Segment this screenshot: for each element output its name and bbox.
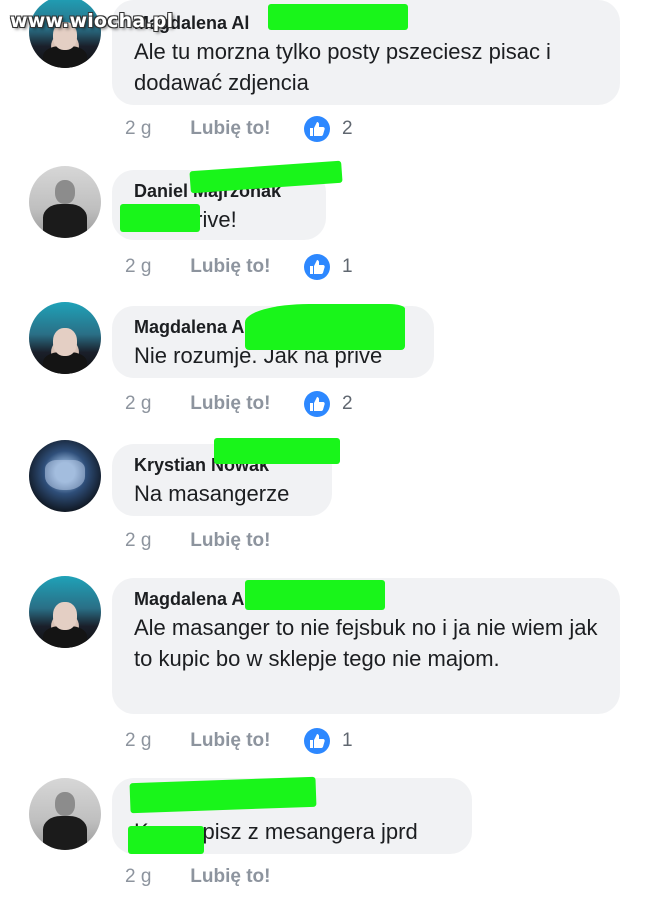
censor-bar xyxy=(128,826,204,854)
comment-time[interactable]: 2 g xyxy=(125,118,185,140)
avatar[interactable] xyxy=(29,576,101,648)
like-button[interactable]: Lubię to! xyxy=(190,530,270,551)
censor-bar xyxy=(268,4,408,30)
watermark: www.wiocha.pl xyxy=(10,10,174,32)
thumbs-up-icon[interactable] xyxy=(304,116,330,142)
comment-text: Ale tu morzna tylko posty pszeciesz pisa… xyxy=(134,39,551,95)
reaction-count[interactable]: 2 xyxy=(342,393,353,415)
comment-actions: 2 g Lubię to! xyxy=(125,530,270,552)
thumbs-up-icon[interactable] xyxy=(304,254,330,280)
comment-actions: 2 g Lubię to! xyxy=(125,730,270,752)
comment-text: Na masangerze xyxy=(134,481,290,506)
comment-actions: 2 g Lubię to! xyxy=(125,256,270,278)
thumbs-up-icon[interactable] xyxy=(304,391,330,417)
comment-actions: 2 g Lubię to! xyxy=(125,393,270,415)
avatar[interactable] xyxy=(29,778,101,850)
comment-time[interactable]: 2 g xyxy=(125,866,185,888)
censor-bar xyxy=(120,204,200,232)
reaction-count[interactable]: 2 xyxy=(342,118,353,140)
thumbs-up-icon[interactable] xyxy=(304,728,330,754)
censor-bar xyxy=(214,438,340,464)
comment-time[interactable]: 2 g xyxy=(125,256,185,278)
avatar[interactable] xyxy=(29,166,101,238)
avatar[interactable] xyxy=(29,302,101,374)
reaction-count[interactable]: 1 xyxy=(342,730,353,752)
like-button[interactable]: Lubię to! xyxy=(190,393,270,414)
reaction-count[interactable]: 1 xyxy=(342,256,353,278)
like-button[interactable]: Lubię to! xyxy=(190,256,270,277)
comment-actions: 2 g Lubię to! xyxy=(125,118,270,140)
comment-time[interactable]: 2 g xyxy=(125,393,185,415)
like-button[interactable]: Lubię to! xyxy=(190,118,270,139)
comment-actions: 2 g Lubię to! xyxy=(125,866,270,888)
comment-time[interactable]: 2 g xyxy=(125,730,185,752)
comment-text: Ale masanger to nie fejsbuk no i ja nie … xyxy=(134,615,598,671)
like-button[interactable]: Lubię to! xyxy=(190,730,270,751)
censor-bar xyxy=(245,304,405,350)
comment-time[interactable]: 2 g xyxy=(125,530,185,552)
censor-bar xyxy=(245,580,385,610)
avatar[interactable] xyxy=(29,440,101,512)
like-button[interactable]: Lubię to! xyxy=(190,866,270,887)
